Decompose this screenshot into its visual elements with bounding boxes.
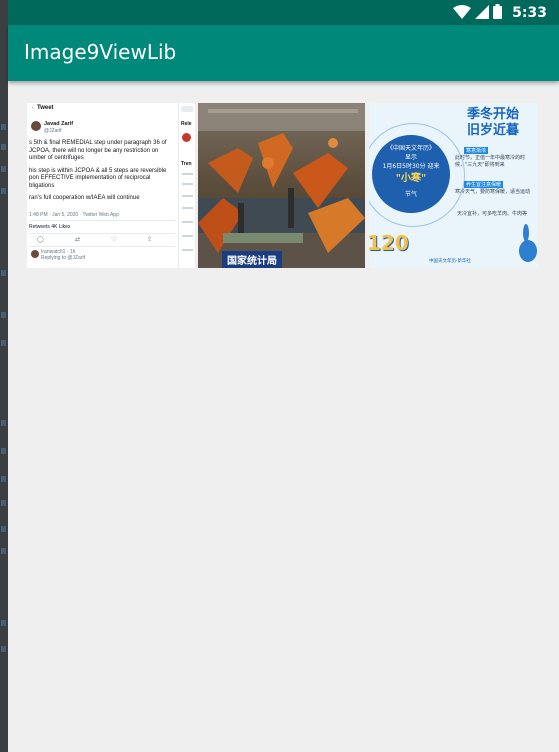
tweet-sidebar: Rele Tren xyxy=(178,103,195,268)
reply-to: Replying to @JZarif xyxy=(41,255,85,261)
grid-image-tweet[interactable]: ‹ Tweet Javad Zarif @JZarif s 5th & fina… xyxy=(27,103,195,268)
like-icon: ♡ xyxy=(111,237,117,243)
center-text: 1月6日5时30分 迎来 xyxy=(382,163,440,170)
section-label: 寒意渐浓 xyxy=(464,147,489,154)
tweet-author: Javad Zarif xyxy=(44,121,74,127)
tweet-line: pon EFFECTIVE implementation of reciproc… xyxy=(29,175,151,181)
factory-photo xyxy=(198,103,365,268)
status-bar: 5:33 xyxy=(8,0,559,25)
center-text: 《中国天文年历》 xyxy=(386,145,435,152)
rabbit-illustration xyxy=(519,224,537,262)
tweet-meta: 1:48 PM · Jan 5, 2020 · Twitter Web App xyxy=(29,212,119,218)
grid-image-factory[interactable]: 国家统计局 xyxy=(198,103,365,268)
tweet-line: bligations xyxy=(29,182,55,189)
section-label: 养生宜注意保暖 xyxy=(464,181,504,188)
title-line: 旧岁近暮 xyxy=(467,123,520,138)
infographic-title: 季冬开始 旧岁近暮 xyxy=(467,107,519,139)
ide-left-strip xyxy=(0,0,8,752)
center-text: 节气 xyxy=(404,191,417,198)
retweet-icon: ⇄ xyxy=(75,237,81,243)
device-screen: 5:33 Image9ViewLib ‹ Tweet Javad Zarif @… xyxy=(8,0,559,752)
avatar xyxy=(31,250,39,258)
status-time: 5:33 xyxy=(512,5,547,21)
section-text: 天冷宜补，可多吃羊肉、牛肉等 xyxy=(457,211,528,217)
tweet-stats: Retweets 4K Likes xyxy=(29,224,71,230)
tweet-header: Tweet xyxy=(37,105,54,111)
signal-icon xyxy=(475,4,490,23)
section-text: 此时节，正值一年中最寒冷的时候，"三九天"即将到来 xyxy=(455,155,526,168)
reply-icon: ◯ xyxy=(37,237,44,243)
center-big-text: "小寒" xyxy=(395,173,427,184)
app-bar: Image9ViewLib xyxy=(8,25,559,81)
sidebar-heading: Rele xyxy=(181,121,192,127)
infographic-footer: 中国天文年历·新华社 xyxy=(429,259,471,264)
title-line: 季冬开始 xyxy=(467,107,520,122)
avatar xyxy=(31,121,41,131)
tweet-handle: @JZarif xyxy=(44,128,62,134)
app-title: Image9ViewLib xyxy=(24,40,177,64)
wifi-icon xyxy=(453,4,472,23)
info-center-circle: 《中国天文年历》 显示 1月6日5时30分 迎来 "小寒" 节气 xyxy=(372,135,450,213)
battery-icon xyxy=(493,3,503,23)
center-text: 显示 xyxy=(404,154,417,161)
grid-image-infographic[interactable]: 《中国天文年历》 显示 1月6日5时30分 迎来 "小寒" 节气 季冬开始 旧岁… xyxy=(369,103,538,268)
image-caption: 国家统计局 xyxy=(222,251,282,268)
section-text: 寒冷天气，要防寒保暖，适当运动 xyxy=(455,189,531,195)
sidebar-heading: Tren xyxy=(181,161,192,167)
share-icon: ⇪ xyxy=(147,237,153,243)
tweet-line: his step is within JCPOA & all 5 steps a… xyxy=(29,167,167,174)
tweet-line: ran's full cooperation w/IAEA will conti… xyxy=(29,195,140,201)
tweet-line: s 5th & final REMEDIAL step under paragr… xyxy=(29,140,167,146)
tweet-line: JCPOA, there will no longer be any restr… xyxy=(29,147,159,154)
tweet-line: umber of centrifuges xyxy=(29,155,84,161)
infographic-number: 120 xyxy=(369,231,409,255)
